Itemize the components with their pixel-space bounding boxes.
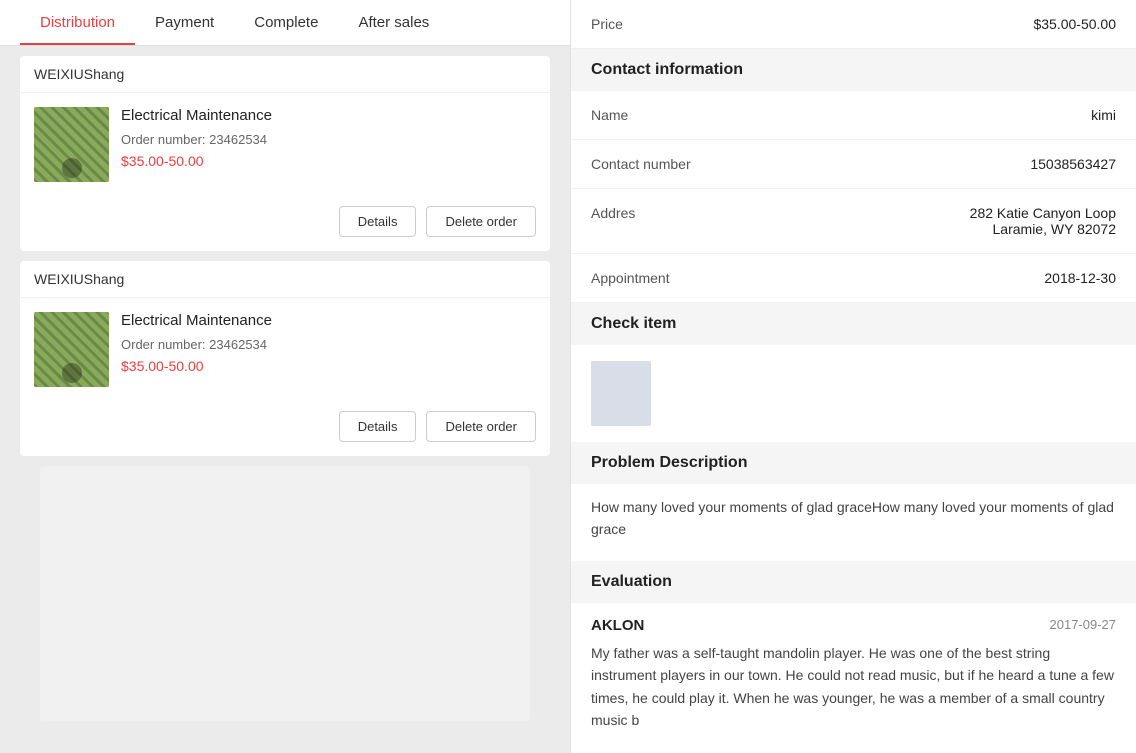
check-image xyxy=(591,361,651,426)
left-panel: Distribution Payment Complete After sale… xyxy=(0,0,570,753)
delete-order-button[interactable]: Delete order xyxy=(426,411,536,442)
orders-list: WEIXIUShang Electrical Maintenance Order… xyxy=(0,46,570,741)
tab-complete[interactable]: Complete xyxy=(234,0,338,45)
order-item-row: Electrical Maintenance Order number: 234… xyxy=(20,93,550,196)
order-number: Order number: 23462534 xyxy=(121,132,536,147)
details-button[interactable]: Details xyxy=(339,206,417,237)
order-seller: WEIXIUShang xyxy=(20,56,550,93)
tab-payment[interactable]: Payment xyxy=(135,0,234,45)
appointment-label: Appointment xyxy=(591,270,711,286)
order-thumbnail xyxy=(34,312,109,387)
contact-label: Contact number xyxy=(591,156,711,172)
contact-row: Contact number 15038563427 xyxy=(571,140,1136,189)
contact-value: 15038563427 xyxy=(1030,156,1116,172)
order-info: Electrical Maintenance Order number: 234… xyxy=(121,312,536,374)
address-value: 282 Katie Canyon Loop Laramie, WY 82072 xyxy=(970,205,1116,237)
order-group: WEIXIUShang Electrical Maintenance Order… xyxy=(20,56,550,251)
problem-text: How many loved your moments of glad grac… xyxy=(571,484,1136,561)
problem-section-header: Problem Description xyxy=(571,442,1136,484)
tab-after-sales[interactable]: After sales xyxy=(338,0,449,45)
details-button[interactable]: Details xyxy=(339,411,417,442)
name-row: Name kimi xyxy=(571,91,1136,140)
eval-header: AKLON 2017-09-27 xyxy=(571,603,1136,642)
order-item-row: Electrical Maintenance Order number: 234… xyxy=(20,298,550,401)
price-label: Price xyxy=(591,16,711,32)
eval-name: AKLON xyxy=(591,617,644,634)
price-row: Price $35.00-50.00 xyxy=(571,0,1136,49)
order-thumbnail xyxy=(34,107,109,182)
eval-section-header: Evaluation xyxy=(571,561,1136,603)
address-row: Addres 282 Katie Canyon Loop Laramie, WY… xyxy=(571,189,1136,254)
order-info: Electrical Maintenance Order number: 234… xyxy=(121,107,536,169)
right-panel: Price $35.00-50.00 Contact information N… xyxy=(570,0,1136,753)
tab-distribution[interactable]: Distribution xyxy=(20,0,135,45)
address-label: Addres xyxy=(591,205,711,221)
order-actions: Details Delete order xyxy=(20,401,550,456)
contact-section-header: Contact information xyxy=(571,49,1136,91)
order-number-value: 23462534 xyxy=(209,132,267,147)
name-value: kimi xyxy=(1091,107,1116,123)
empty-area xyxy=(40,466,530,721)
order-title: Electrical Maintenance xyxy=(121,312,536,329)
order-price: $35.00-50.00 xyxy=(121,358,536,374)
eval-date: 2017-09-27 xyxy=(1050,617,1117,634)
order-number-label: Order number: xyxy=(121,337,206,352)
order-title: Electrical Maintenance xyxy=(121,107,536,124)
appointment-value: 2018-12-30 xyxy=(1044,270,1116,286)
name-label: Name xyxy=(591,107,711,123)
price-value: $35.00-50.00 xyxy=(1033,16,1116,32)
order-number-label: Order number: xyxy=(121,132,206,147)
order-group: WEIXIUShang Electrical Maintenance Order… xyxy=(20,261,550,456)
delete-order-button[interactable]: Delete order xyxy=(426,206,536,237)
order-price: $35.00-50.00 xyxy=(121,153,536,169)
check-section-header: Check item xyxy=(571,303,1136,345)
order-actions: Details Delete order xyxy=(20,196,550,251)
tabs-bar: Distribution Payment Complete After sale… xyxy=(0,0,570,46)
appointment-row: Appointment 2018-12-30 xyxy=(571,254,1136,303)
order-seller: WEIXIUShang xyxy=(20,261,550,298)
order-number: Order number: 23462534 xyxy=(121,337,536,352)
eval-text: My father was a self-taught mandolin pla… xyxy=(571,642,1136,748)
order-number-value: 23462534 xyxy=(209,337,267,352)
